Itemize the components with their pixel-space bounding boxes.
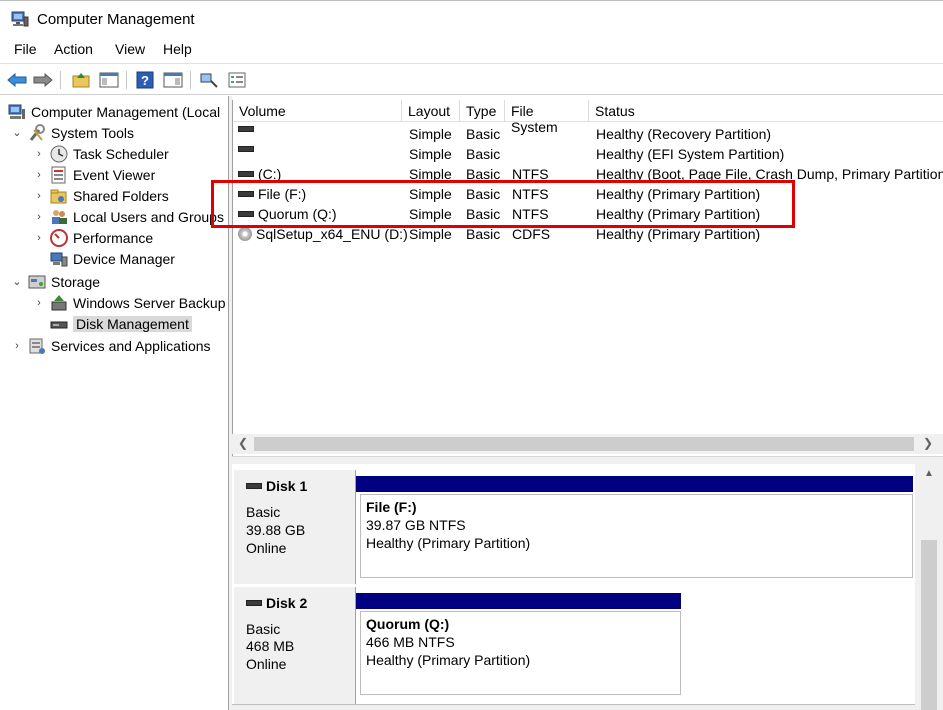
scroll-up-icon[interactable]: ▲ <box>924 468 934 479</box>
chevron-down-icon[interactable]: ⌄ <box>10 126 24 139</box>
device-manager-icon <box>50 252 68 266</box>
scroll-left-icon[interactable]: ❮ <box>238 436 248 450</box>
disk-graphical-view: Disk 1 Basic 39.88 GB Online File (F:) 3… <box>232 464 943 710</box>
shared-folder-icon <box>50 189 67 203</box>
cd-drive-icon <box>238 227 252 241</box>
highlight-annotation <box>211 180 795 228</box>
disk-management-icon <box>50 321 68 328</box>
chevron-down-icon[interactable]: ⌄ <box>10 275 24 288</box>
menu-help[interactable]: Help <box>163 41 192 57</box>
users-icon <box>52 209 67 224</box>
scroll-right-icon[interactable]: ❯ <box>923 436 933 450</box>
tree-item-services-applications[interactable]: › Services and Applications <box>10 335 211 356</box>
column-layout[interactable]: Layout <box>402 100 460 122</box>
disk-icon <box>246 483 262 489</box>
chevron-right-icon[interactable]: › <box>32 232 46 244</box>
drive-icon <box>238 171 254 177</box>
storage-icon <box>28 275 46 288</box>
title-bar: Computer Management <box>0 0 943 36</box>
toolbar: ? <box>0 63 943 95</box>
table-row[interactable]: Simple Basic Healthy (EFI System Partiti… <box>233 144 943 164</box>
column-status[interactable]: Status <box>589 100 943 122</box>
show-hide-action-pane-icon[interactable] <box>162 69 184 91</box>
event-log-icon <box>51 166 66 183</box>
menu-view[interactable]: View <box>115 41 145 57</box>
volume-list-header: Volume Layout Type File System Status <box>233 100 943 135</box>
tools-icon <box>29 123 45 141</box>
computer-management-icon <box>8 104 25 119</box>
table-row[interactable]: Simple Basic Healthy (Recovery Partition… <box>233 124 943 144</box>
show-hide-tree-icon[interactable] <box>98 69 120 91</box>
up-folder-icon[interactable] <box>70 69 92 91</box>
tree-item-task-scheduler[interactable]: › Task Scheduler <box>32 143 169 164</box>
chevron-right-icon[interactable]: › <box>32 148 46 160</box>
tree-item-disk-management[interactable]: Disk Management <box>50 313 192 334</box>
horizontal-scrollbar[interactable]: ❮ ❯ <box>232 434 943 454</box>
svg-text:?: ? <box>141 73 149 88</box>
disk-2-info[interactable]: Disk 2 Basic 468 MB Online <box>234 587 356 705</box>
tree-item-local-users[interactable]: › Local Users and Groups <box>32 206 224 227</box>
chevron-right-icon[interactable]: › <box>32 169 46 181</box>
services-icon <box>29 338 45 354</box>
disk-2-partition[interactable]: Quorum (Q:) 466 MB NTFS Healthy (Primary… <box>356 593 681 697</box>
tree-item-storage[interactable]: ⌄ Storage <box>10 271 100 292</box>
clock-icon <box>50 145 68 162</box>
menu-file[interactable]: File <box>14 41 37 57</box>
forward-arrow-icon[interactable] <box>32 69 54 91</box>
computer-management-icon <box>11 11 29 27</box>
tree-item-shared-folders[interactable]: › Shared Folders <box>32 185 169 206</box>
menu-action[interactable]: Action <box>54 41 93 57</box>
chevron-right-icon[interactable]: › <box>32 190 46 202</box>
tree-item-device-manager[interactable]: Device Manager <box>50 248 175 269</box>
tree-item-event-viewer[interactable]: › Event Viewer <box>32 164 155 185</box>
chevron-right-icon[interactable]: › <box>32 297 46 309</box>
console-tree: Computer Management (Local ⌄ System Tool… <box>0 96 229 710</box>
column-volume[interactable]: Volume <box>233 100 402 122</box>
scroll-thumb[interactable] <box>254 437 914 451</box>
tree-item-windows-server-backup[interactable]: › Windows Server Backup <box>32 292 226 313</box>
tree-item-performance[interactable]: › Performance <box>32 227 153 248</box>
column-file-system[interactable]: File System <box>505 100 589 135</box>
disk-1-info[interactable]: Disk 1 Basic 39.88 GB Online <box>234 470 356 584</box>
backup-icon <box>51 294 67 310</box>
pane-splitter-horizontal[interactable] <box>232 456 943 464</box>
partition-bar <box>356 476 913 492</box>
drive-icon <box>238 126 254 132</box>
tree-item-system-tools[interactable]: ⌄ System Tools <box>10 122 134 143</box>
disk-icon <box>246 600 262 606</box>
connect-icon[interactable] <box>198 69 220 91</box>
disk-1-partition[interactable]: File (F:) 39.87 GB NTFS Healthy (Primary… <box>356 476 913 580</box>
volume-list: Volume Layout Type File System Status Si… <box>232 100 943 456</box>
column-type[interactable]: Type <box>460 100 505 122</box>
vertical-scrollbar[interactable]: ▲ <box>915 464 943 710</box>
chevron-right-icon[interactable]: › <box>10 340 24 352</box>
performance-icon <box>50 228 68 247</box>
properties-icon[interactable] <box>226 69 248 91</box>
tree-item-computer-management[interactable]: Computer Management (Local <box>8 101 220 122</box>
disk-3-info-partial <box>232 704 915 710</box>
menu-bar: File Action View Help <box>0 36 943 62</box>
help-icon[interactable]: ? <box>134 69 156 91</box>
back-arrow-icon[interactable] <box>6 69 28 91</box>
chevron-right-icon[interactable]: › <box>32 211 46 223</box>
scroll-thumb[interactable] <box>921 540 937 710</box>
partition-bar <box>356 593 681 609</box>
drive-icon <box>238 146 254 152</box>
window-title: Computer Management <box>37 11 195 28</box>
